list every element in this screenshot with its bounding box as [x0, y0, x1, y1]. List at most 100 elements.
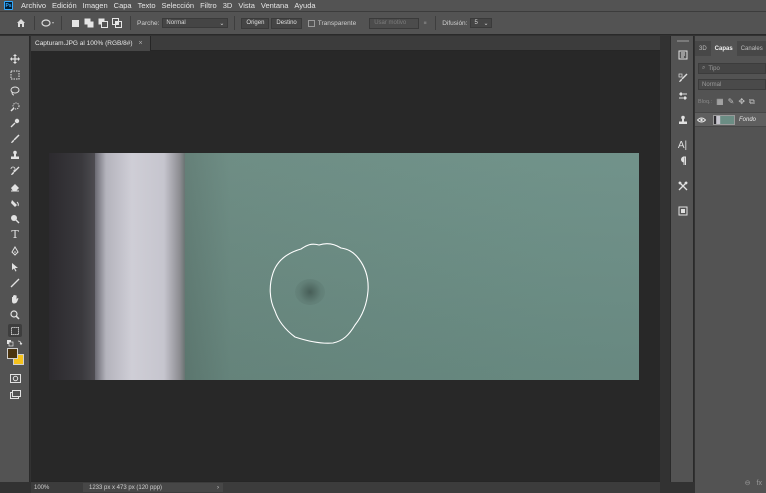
tab-capas[interactable]: Capas — [710, 41, 737, 56]
status-bar: 100% 1233 px x 473 px (120 ppp) › — [31, 481, 660, 493]
fx-icon[interactable]: fx — [757, 480, 762, 487]
quick-selection-tool-icon[interactable] — [8, 100, 22, 113]
subtract-from-selection-icon[interactable] — [96, 16, 110, 30]
brush-tool-icon[interactable] — [8, 132, 22, 145]
type-tool-icon[interactable]: T — [8, 228, 22, 241]
chevron-down-icon: ⌄ — [219, 20, 225, 27]
screen-mode-icon[interactable] — [8, 388, 22, 401]
separator — [34, 16, 35, 30]
parche-select[interactable]: Normal ⌄ — [162, 18, 229, 28]
menu-filtro[interactable]: Filtro — [200, 1, 217, 10]
tools-presets-icon[interactable] — [676, 180, 689, 192]
layers-footer: ⊖ fx — [695, 477, 766, 489]
document-tab-title: Capturam.JPG al 100% (RGB/8#) — [35, 40, 133, 47]
menu-3d[interactable]: 3D — [223, 1, 233, 10]
lasso-tool-icon[interactable] — [8, 84, 22, 97]
eraser-tool-icon[interactable] — [8, 180, 22, 193]
menu-texto[interactable]: Texto — [138, 1, 156, 10]
document-image[interactable] — [49, 153, 639, 380]
move-tool-icon[interactable] — [8, 52, 22, 65]
intersect-selection-icon[interactable] — [110, 16, 124, 30]
gradient-tool-icon[interactable] — [8, 196, 22, 209]
difusion-label: Difusión: — [442, 19, 468, 27]
lock-label: Bloq.: — [698, 98, 713, 105]
home-icon[interactable] — [14, 16, 28, 30]
character-panel-icon[interactable]: A| — [676, 139, 689, 151]
pattern-picker-icon[interactable]: ▪ — [421, 16, 429, 30]
link-layers-icon[interactable]: ⊖ — [745, 479, 751, 487]
separator — [435, 16, 437, 30]
menu-ayuda[interactable]: Ayuda — [294, 1, 315, 10]
history-brush-tool-icon[interactable] — [8, 164, 22, 177]
menu-imagen[interactable]: Imagen — [83, 1, 108, 10]
libraries-icon[interactable] — [676, 205, 689, 217]
document-tab[interactable]: Capturam.JPG al 100% (RGB/8#) × — [31, 36, 151, 51]
lock-artboard-icon[interactable]: ⧉ — [749, 97, 755, 107]
parche-label: Parche: — [137, 19, 160, 27]
options-bar: Parche: Normal ⌄ Origen Destino Transpar… — [0, 11, 766, 35]
patch-tool-preset-icon[interactable] — [41, 16, 55, 30]
lock-row: Bloq.: ▦ ✎ ✥ ⧉ — [698, 96, 759, 107]
eyedropper-tool-icon[interactable] — [8, 116, 22, 129]
panel-grip-icon[interactable] — [677, 40, 689, 42]
blend-mode-value: Normal — [702, 81, 722, 88]
difusion-input[interactable]: 5 ⌄ — [470, 18, 493, 28]
menu-capa[interactable]: Capa — [114, 1, 132, 10]
layer-thumbnail — [713, 114, 735, 125]
menu-seleccion[interactable]: Selección — [162, 1, 195, 10]
tools-panel: T — [0, 36, 30, 482]
paragraph-panel-icon[interactable] — [676, 155, 689, 167]
line-tool-icon[interactable] — [8, 276, 22, 289]
layers-panel-tabs: 3D Capas Canales — [695, 41, 766, 56]
parche-value: Normal — [166, 20, 186, 26]
clone-source-icon[interactable] — [676, 114, 689, 126]
difusion-value: 5 — [474, 20, 478, 26]
usar-motivo-button[interactable]: Usar motivo — [369, 17, 420, 29]
menu-ventana[interactable]: Ventana — [261, 1, 289, 10]
separator — [234, 16, 236, 30]
foreground-color-swatch[interactable] — [7, 348, 18, 359]
lasso-selection-path — [269, 243, 369, 344]
brush-settings-icon[interactable] — [676, 72, 689, 84]
history-panel-icon[interactable] — [676, 49, 689, 61]
tab-3d[interactable]: 3D — [695, 41, 711, 56]
menu-archivo[interactable]: Archivo — [21, 1, 46, 10]
transparente-label: Transparente — [317, 19, 357, 27]
transparente-checkbox[interactable] — [307, 19, 315, 27]
lock-transparent-icon[interactable]: ▦ — [716, 97, 724, 106]
clone-stamp-tool-icon[interactable] — [8, 148, 22, 161]
document-tab-bar: Capturam.JPG al 100% (RGB/8#) × — [31, 36, 660, 51]
pen-tool-icon[interactable] — [8, 244, 22, 257]
document-info[interactable]: 1233 px x 473 px (120 ppp) › — [83, 483, 223, 492]
layer-name[interactable]: Fondo — [739, 117, 756, 123]
layer-filter-search[interactable]: ⌕ Tipo — [698, 63, 766, 74]
separator — [61, 16, 62, 30]
blend-mode-select[interactable]: Normal — [698, 79, 766, 90]
hand-tool-icon[interactable] — [8, 292, 22, 305]
lock-pixels-icon[interactable]: ✎ — [728, 97, 735, 106]
search-icon: ⌕ — [702, 65, 706, 71]
menu-bar: Ps Archivo Edición Imagen Capa Texto Sel… — [0, 0, 766, 11]
close-icon[interactable]: × — [139, 40, 143, 47]
path-selection-tool-icon[interactable] — [8, 260, 22, 273]
photoshop-logo-icon[interactable]: Ps — [4, 1, 13, 10]
marquee-tool-icon[interactable] — [8, 68, 22, 81]
new-selection-icon[interactable] — [68, 16, 82, 30]
chevron-down-icon: ⌄ — [483, 20, 489, 27]
layer-filter-placeholder: Tipo — [708, 65, 720, 72]
lock-position-icon[interactable]: ✥ — [738, 97, 745, 106]
dodge-tool-icon[interactable] — [8, 212, 22, 225]
separator — [130, 16, 131, 30]
add-to-selection-icon[interactable] — [82, 16, 96, 30]
adjustments-icon[interactable] — [676, 90, 689, 102]
zoom-tool-icon[interactable] — [8, 308, 22, 321]
menu-edicion[interactable]: Edición — [52, 1, 77, 10]
eye-visibility-icon[interactable] — [695, 117, 707, 123]
layer-row[interactable]: Fondo — [695, 112, 766, 127]
zoom-level[interactable]: 100% — [31, 485, 57, 491]
quick-mask-icon[interactable] — [8, 372, 22, 385]
menu-vista[interactable]: Vista — [238, 1, 255, 10]
origen-button[interactable]: Origen — [241, 17, 270, 29]
destino-button[interactable]: Destino — [271, 17, 302, 29]
tab-canales[interactable]: Canales — [737, 41, 766, 56]
